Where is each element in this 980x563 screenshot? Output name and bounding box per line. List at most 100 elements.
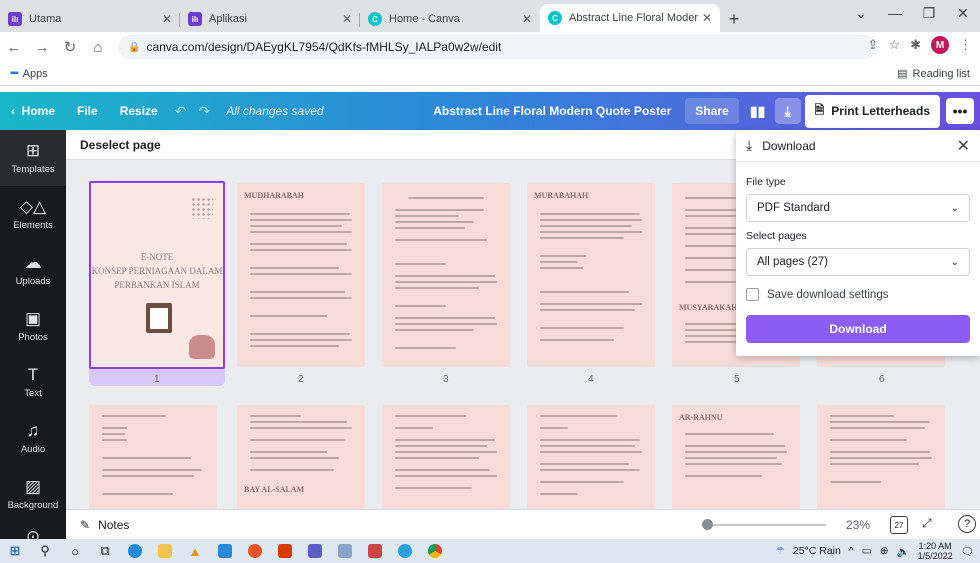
sidebar-item-uploads[interactable]: ☁ Uploads bbox=[0, 242, 66, 298]
windows-start-icon[interactable]: ⊞ bbox=[0, 539, 30, 563]
url-bar[interactable]: 🔒 canva.com/design/DAEygKL7954/QdKfs-fMH… bbox=[118, 35, 878, 59]
page-thumbnail-12[interactable] bbox=[817, 405, 945, 509]
search-icon[interactable]: ⚲ bbox=[30, 539, 60, 563]
page-thumbnail-10[interactable] bbox=[527, 405, 655, 509]
minimize-icon[interactable]: — bbox=[878, 0, 912, 26]
vlc-icon[interactable]: ▲ bbox=[180, 539, 210, 563]
document-title[interactable]: Abstract Line Floral Modern Quote Poster bbox=[433, 104, 671, 118]
share-button[interactable]: Share bbox=[685, 98, 739, 124]
chrome-icon[interactable] bbox=[420, 539, 450, 563]
notification-icon[interactable]: 🗨 bbox=[961, 545, 974, 558]
templates-icon: ⊞ bbox=[25, 140, 41, 160]
sidebar-label: Templates bbox=[11, 163, 55, 175]
zoom-slider-handle[interactable] bbox=[702, 519, 713, 530]
sidebar-item-photos[interactable]: ▣ Photos bbox=[0, 298, 66, 354]
home-icon[interactable]: ⌂ bbox=[84, 39, 112, 56]
page-thumbnail-11[interactable]: AR-RAHNU bbox=[672, 405, 800, 509]
office-icon[interactable] bbox=[270, 539, 300, 563]
apps-bookmark[interactable]: Apps bbox=[23, 68, 48, 80]
close-tab-icon[interactable]: ✕ bbox=[702, 11, 712, 25]
sidebar-item-background[interactable]: ▨ Background bbox=[0, 466, 66, 522]
volume-icon[interactable]: 🔈 bbox=[897, 545, 910, 558]
forward-icon[interactable]: → bbox=[28, 39, 56, 56]
task-view-icon[interactable]: ⧉ bbox=[90, 539, 120, 563]
save-settings-row[interactable]: Save download settings bbox=[736, 288, 980, 301]
sidebar-item-templates[interactable]: ⊞ Templates bbox=[0, 130, 66, 186]
edge-icon[interactable] bbox=[120, 539, 150, 563]
page-thumbnail-3[interactable] bbox=[382, 183, 510, 367]
maximize-icon[interactable]: ❐ bbox=[912, 0, 946, 26]
bookmark-star-icon[interactable]: ☆ bbox=[888, 37, 900, 53]
profile-avatar[interactable]: M bbox=[931, 36, 949, 54]
download-icon[interactable]: ⤓ bbox=[774, 98, 801, 124]
audio-icon: ♫ bbox=[26, 420, 40, 440]
teams-icon[interactable] bbox=[300, 539, 330, 563]
notes-button[interactable]: ✎ Notes bbox=[80, 518, 129, 532]
share-page-icon[interactable]: ⇪ bbox=[868, 37, 879, 53]
close-window-icon[interactable]: ✕ bbox=[946, 0, 980, 26]
close-tab-icon[interactable]: ✕ bbox=[342, 12, 352, 26]
browser-tab[interactable]: C Home - Canva ✕ bbox=[360, 6, 540, 32]
extensions-icon[interactable]: ✱ bbox=[910, 37, 921, 53]
file-menu[interactable]: File bbox=[66, 104, 109, 118]
browser-menu-icon[interactable]: ⋮ bbox=[959, 37, 972, 53]
file-explorer-icon[interactable] bbox=[150, 539, 180, 563]
telegram-icon[interactable] bbox=[390, 539, 420, 563]
vsd-icon[interactable] bbox=[360, 539, 390, 563]
close-tab-icon[interactable]: ✕ bbox=[522, 12, 532, 26]
tray-overflow-icon[interactable]: ^ bbox=[849, 545, 854, 557]
reading-list-button[interactable]: ▤ Reading list bbox=[897, 67, 970, 81]
close-icon[interactable]: ✕ bbox=[957, 136, 970, 156]
home-label: Home bbox=[21, 104, 56, 118]
page-thumbnail-8[interactable]: BAY AL-SALAM bbox=[237, 405, 365, 509]
fullscreen-icon[interactable]: ⤢ bbox=[922, 516, 932, 531]
cortana-icon[interactable]: ○ bbox=[60, 539, 90, 563]
network-icon[interactable]: ⊕ bbox=[880, 545, 889, 557]
print-label: Print Letterheads bbox=[831, 104, 930, 118]
home-button[interactable]: ‹ Home bbox=[0, 104, 66, 118]
undo-icon[interactable]: ↶ bbox=[169, 103, 193, 120]
zoom-percentage[interactable]: 23% bbox=[846, 518, 870, 532]
page-thumbnail-9[interactable] bbox=[382, 405, 510, 509]
zoom-slider-track[interactable] bbox=[706, 524, 826, 526]
more-options-icon[interactable]: ••• bbox=[946, 98, 974, 124]
tab-title: Utama bbox=[29, 13, 62, 25]
print-letterheads-button[interactable]: 🗎 Print Letterheads bbox=[804, 94, 940, 128]
cover-title-line2: KONSEP PERNIAGAAN DALAM bbox=[91, 266, 223, 276]
page-number-6: 6 bbox=[879, 374, 885, 385]
notepad-icon[interactable] bbox=[330, 539, 360, 563]
store-icon[interactable] bbox=[210, 539, 240, 563]
deselect-page-button[interactable]: Deselect page bbox=[80, 138, 161, 152]
page-thumbnail-4[interactable]: MURABAHAH bbox=[527, 183, 655, 367]
close-tab-icon[interactable]: ✕ bbox=[162, 12, 172, 26]
browser-tab[interactable]: ilı Aplikasi ✕ bbox=[180, 6, 360, 32]
page-grid-count[interactable]: 27 bbox=[890, 516, 908, 534]
page-subtitle: BAY AL-SALAM bbox=[244, 485, 305, 494]
new-tab-button[interactable]: + bbox=[720, 6, 748, 32]
download-button[interactable]: Download bbox=[746, 315, 970, 343]
app-icon[interactable] bbox=[240, 539, 270, 563]
battery-icon[interactable]: ▭ bbox=[862, 545, 872, 557]
redo-icon[interactable]: ↷ bbox=[192, 103, 216, 120]
system-tray: ☂ 25°C Rain ^ ▭ ⊕ 🔈 1:20 AM 1/5/2022 🗨 bbox=[775, 539, 974, 563]
browser-tab[interactable]: ilı Utama ✕ bbox=[0, 6, 180, 32]
file-type-select[interactable]: PDF Standard ⌄ bbox=[746, 194, 970, 222]
page-thumbnail-7[interactable] bbox=[89, 405, 217, 509]
sidebar-item-text[interactable]: T Text bbox=[0, 354, 66, 410]
back-icon[interactable]: ← bbox=[0, 39, 28, 56]
tab-search-icon[interactable]: ⌄ bbox=[844, 0, 878, 26]
reload-icon[interactable]: ↻ bbox=[56, 38, 84, 56]
select-pages-select[interactable]: All pages (27) ⌄ bbox=[746, 248, 970, 276]
weather-text[interactable]: 25°C Rain bbox=[793, 545, 841, 557]
browser-tab-active[interactable]: C Abstract Line Floral Modern Quo ✕ bbox=[540, 4, 720, 32]
help-icon[interactable]: ? bbox=[958, 515, 976, 533]
insights-chart-icon[interactable]: ▮▮ bbox=[745, 98, 771, 124]
sidebar-item-audio[interactable]: ♫ Audio bbox=[0, 410, 66, 466]
save-settings-checkbox[interactable] bbox=[746, 288, 759, 301]
sidebar-item-elements[interactable]: ◇△ Elements bbox=[0, 186, 66, 242]
print-icon: 🗎 bbox=[814, 102, 825, 117]
page-thumbnail-1[interactable]: E-NOTE KONSEP PERNIAGAAN DALAM PERBANKAN… bbox=[89, 181, 225, 369]
resize-button[interactable]: Resize bbox=[109, 104, 169, 118]
page-thumbnail-2[interactable]: MUDHARABAH bbox=[237, 183, 365, 367]
system-clock[interactable]: 1:20 AM 1/5/2022 bbox=[918, 541, 953, 561]
